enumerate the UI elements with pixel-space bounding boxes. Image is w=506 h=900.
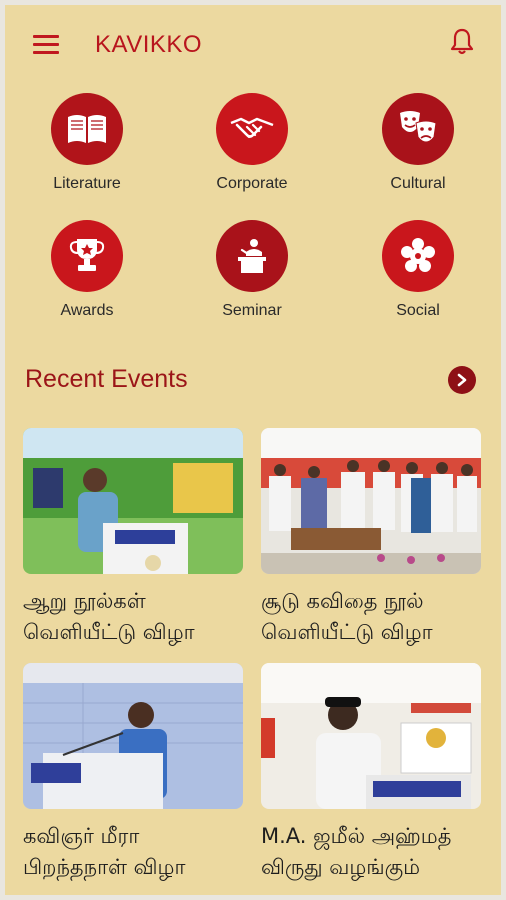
- chevron-right-icon: [457, 373, 467, 387]
- app-header: KAVIKKO: [5, 5, 501, 77]
- event-card[interactable]: கவிஞர் மீரா பிறந்தநாள் விழா: [23, 663, 243, 883]
- event-caption: M.A. ஜமீல் அஹ்மத் விருது வழங்கும்: [261, 824, 452, 879]
- category-label: Corporate: [216, 175, 288, 192]
- event-photo: [261, 663, 481, 809]
- event-photo: [23, 428, 243, 574]
- event-card[interactable]: சூடு கவிதை நூல் வெளியீட்டு விழா: [261, 428, 481, 648]
- category-label: Literature: [53, 175, 121, 192]
- category-circle: [51, 220, 123, 292]
- category-label: Cultural: [390, 175, 446, 192]
- recent-events-more-button[interactable]: [448, 366, 476, 394]
- category-circle: [382, 93, 454, 165]
- notification-button[interactable]: [449, 27, 475, 57]
- theater-masks-icon: [400, 111, 437, 143]
- event-card[interactable]: M.A. ஜமீல் அஹ்மத் விருது வழங்கும்: [261, 663, 481, 883]
- menu-button[interactable]: [33, 35, 59, 55]
- category-awards[interactable]: Awards: [22, 220, 152, 320]
- category-corporate[interactable]: Corporate: [187, 93, 317, 193]
- recent-events-title: Recent Events: [25, 365, 188, 393]
- podium-speaker-icon: [238, 239, 266, 273]
- menu-icon: [33, 35, 59, 38]
- category-social[interactable]: Social: [353, 220, 483, 320]
- category-circle: [216, 93, 288, 165]
- category-circle: [51, 93, 123, 165]
- category-seminar[interactable]: Seminar: [187, 220, 317, 320]
- handshake-icon: [230, 117, 274, 139]
- app-title: KAVIKKO: [95, 31, 203, 58]
- trophy-icon: [69, 239, 105, 271]
- event-caption: ஆறு நூல்கள் வெளியீட்டு விழா: [23, 589, 195, 644]
- bell-icon: [450, 28, 474, 55]
- event-card[interactable]: ஆறு நூல்கள் வெளியீட்டு விழா: [23, 428, 243, 648]
- event-caption: கவிஞர் மீரா பிறந்தநாள் விழா: [23, 824, 186, 879]
- event-photo: [23, 663, 243, 809]
- category-label: Awards: [60, 302, 114, 319]
- category-label: Social: [396, 302, 440, 319]
- category-circle: [382, 220, 454, 292]
- event-caption: சூடு கவிதை நூல் வெளியீட்டு விழா: [261, 589, 433, 644]
- event-photo: [261, 428, 481, 574]
- category-circle: [216, 220, 288, 292]
- social-flower-icon: [401, 238, 435, 272]
- category-literature[interactable]: Literature: [22, 93, 152, 193]
- book-icon: [68, 115, 106, 143]
- app-screen: KAVIKKO Literature Corporate Cultural Aw…: [5, 5, 501, 895]
- category-label: Seminar: [222, 302, 282, 319]
- category-cultural[interactable]: Cultural: [353, 93, 483, 193]
